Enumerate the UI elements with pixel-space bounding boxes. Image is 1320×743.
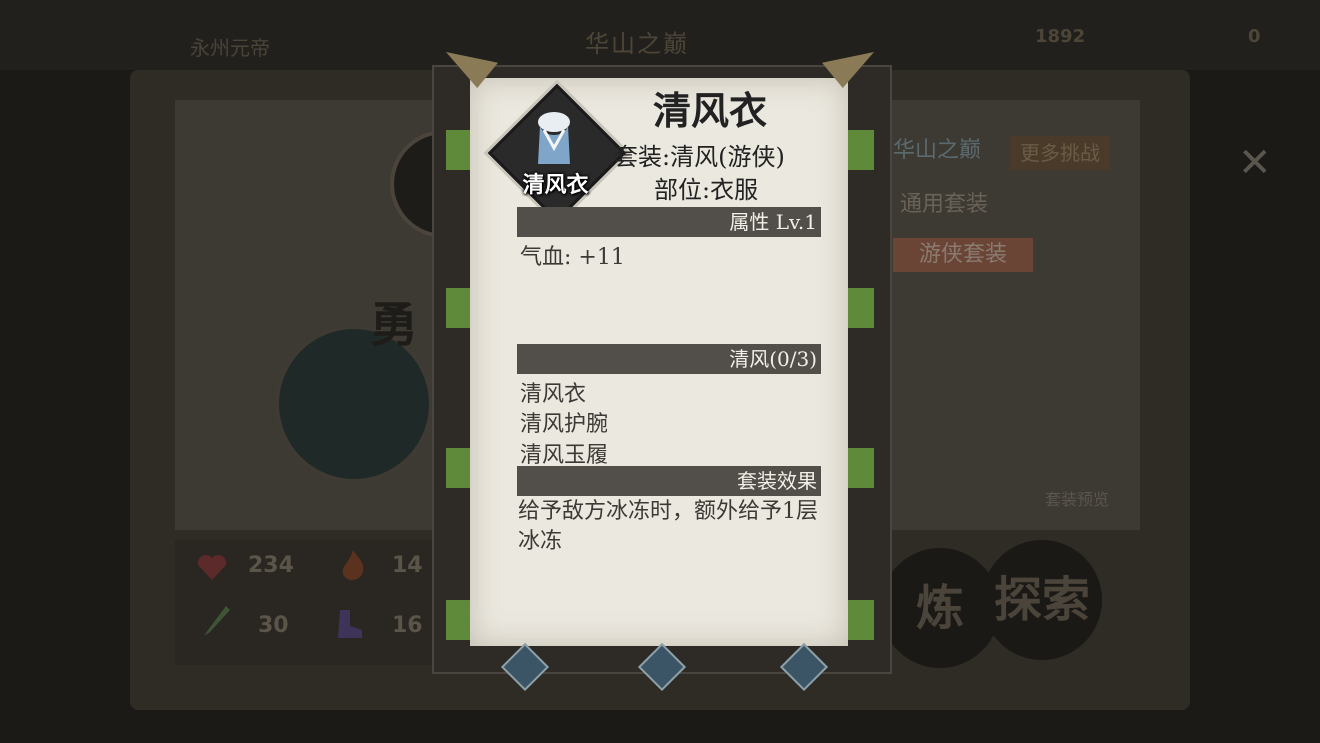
side-tab <box>846 130 874 170</box>
heart-icon <box>195 552 229 582</box>
set-header: 清风(0/3) <box>517 344 821 374</box>
stat-defense: 30 <box>258 613 289 638</box>
flame-icon <box>338 548 368 582</box>
robe-icon <box>530 108 578 168</box>
right-panel-header: 华山之巅 <box>893 138 982 163</box>
set-effect-text: 给予敌方冰冻时，额外给予1层冰冻 <box>518 499 818 554</box>
set-item: 清风护腕 <box>520 412 609 437</box>
item-set-line: 套装:清风(游侠) <box>614 143 785 171</box>
more-challenges-button[interactable]: 更多挑战 <box>1010 136 1110 170</box>
close-icon[interactable]: ✕ <box>1238 140 1272 186</box>
location-label: 永州元帝 <box>190 36 270 60</box>
gem-counter: 0 <box>1248 26 1261 47</box>
set-item: 清风衣 <box>520 382 587 407</box>
ranger-sets-tab[interactable]: 游侠套装 <box>893 238 1033 272</box>
boot-icon <box>332 608 366 640</box>
set-effect-header: 套装效果 <box>517 466 821 496</box>
set-item: 清风玉履 <box>520 443 609 468</box>
side-tab <box>846 600 874 640</box>
item-slot-line: 部位:衣服 <box>654 176 759 204</box>
stat-attack: 14 <box>392 553 423 578</box>
item-title: 清风衣 <box>652 88 767 133</box>
scene-title: 华山之巅 <box>585 30 689 58</box>
side-tab <box>846 448 874 488</box>
stat-hp: 234 <box>248 553 294 578</box>
general-sets-tab[interactable]: 通用套装 <box>900 186 988 218</box>
set-preview-button[interactable]: 套装预览 <box>1045 486 1109 510</box>
attribute-line: 气血: +11 <box>520 245 625 270</box>
explore-button[interactable]: 探索 <box>982 540 1102 660</box>
coin-counter: 1892 <box>1035 26 1086 47</box>
sword-icon <box>200 604 232 640</box>
item-icon-label: 清风衣 <box>522 172 589 198</box>
stat-speed: 16 <box>392 613 423 638</box>
attributes-header: 属性 Lv.1 <box>517 207 821 237</box>
background-glyph: 勇 <box>370 297 419 353</box>
side-tab <box>846 288 874 328</box>
